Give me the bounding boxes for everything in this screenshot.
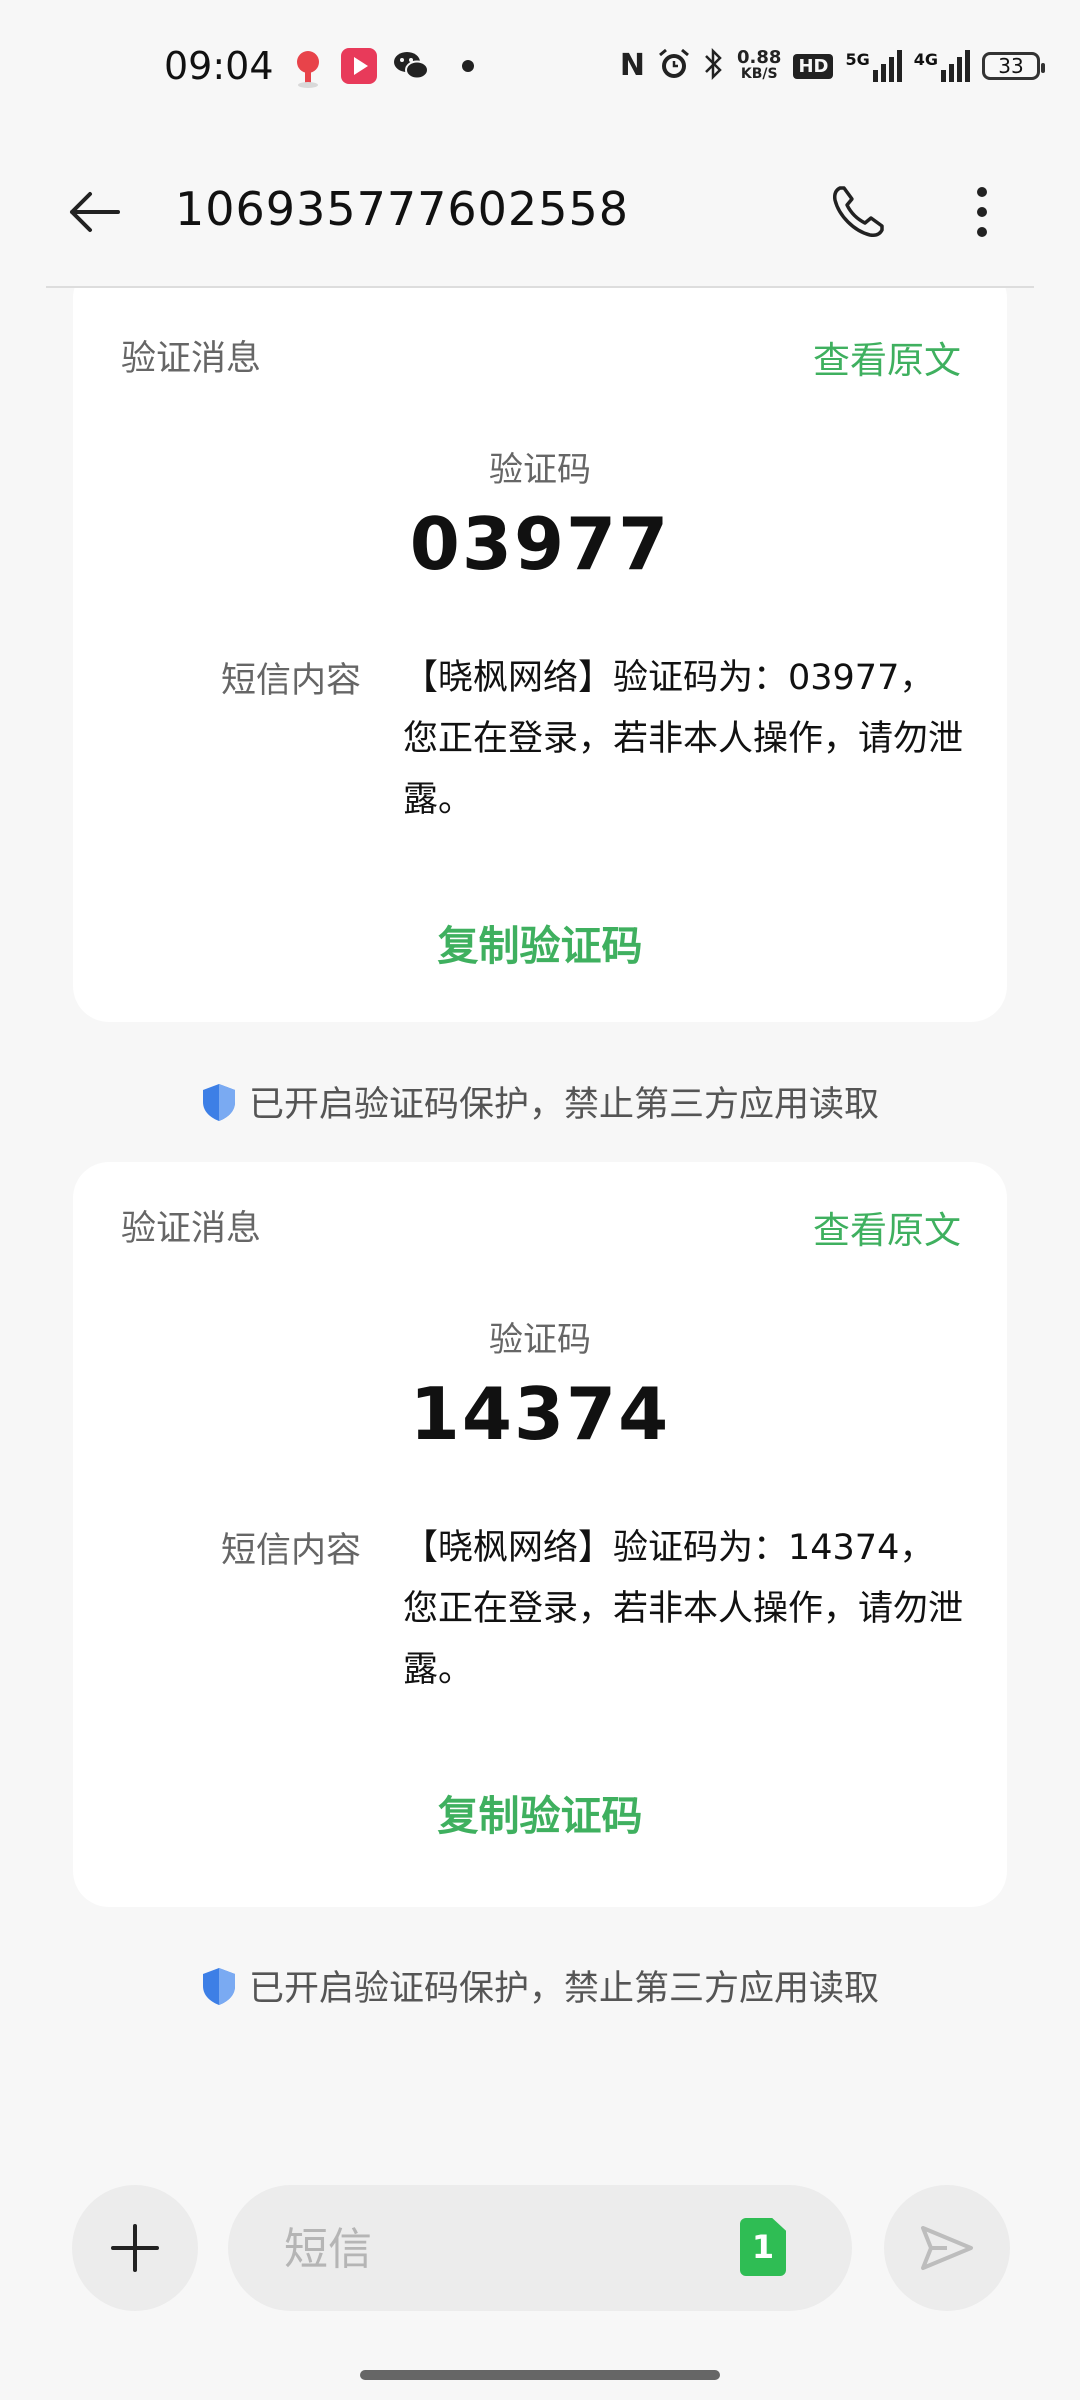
verification-code: 03977 (409, 502, 671, 586)
battery-icon: 33 (982, 52, 1045, 80)
signal-4g: 4G (914, 50, 970, 82)
card-label: 验证消息 (121, 1209, 262, 1249)
message-input-container[interactable]: 1 (228, 2185, 852, 2313)
back-arrow-icon[interactable] (62, 180, 126, 244)
protection-notice: 已开启验证码保护，禁止第三方应用读取 (0, 1960, 1080, 2011)
dot-icon (462, 60, 474, 72)
hd-badge: HD (793, 53, 834, 79)
video-app-icon (341, 48, 377, 84)
network-5g-label: 5G (845, 50, 870, 69)
code-label: 验证码 (489, 1320, 591, 1360)
header-divider (46, 286, 1034, 288)
card-label: 验证消息 (121, 339, 262, 379)
signal-5g: 5G (845, 50, 902, 82)
message-input[interactable] (282, 2185, 706, 2313)
network-4g-label: 4G (913, 50, 938, 69)
sim-card-icon[interactable]: 1 (740, 2218, 786, 2276)
status-time: 09:04 (164, 44, 274, 88)
copy-code-button[interactable]: 复制验证码 (73, 1782, 1007, 1842)
message-content: 【晓枫网络】验证码为：14374，您正在登录，若非本人操作，请勿泄露。 (403, 1528, 964, 1690)
more-vertical-icon[interactable] (960, 180, 1004, 244)
view-original-link[interactable]: 查看原文 (813, 1200, 961, 1254)
nfc-icon: N (619, 48, 646, 83)
page-title: 106935777602558 (175, 182, 629, 236)
battery-level: 33 (998, 54, 1024, 78)
send-icon (921, 2226, 973, 2270)
wechat-icon (392, 48, 429, 84)
verification-card: 验证消息 查看原文 验证码 03977 短信内容 【晓枫网络】验证码为：0397… (73, 262, 1007, 1022)
status-icons: N 0.88 KB/S HD 5G 4G 33 (619, 46, 1045, 86)
code-label: 验证码 (489, 450, 591, 490)
protection-text: 已开启验证码保护，禁止第三方应用读取 (248, 1085, 879, 1125)
net-speed-value: 0.88 (737, 47, 782, 68)
net-speed: 0.88 KB/S (737, 49, 781, 83)
bluetooth-icon (703, 47, 725, 85)
send-button[interactable] (884, 2185, 1010, 2311)
protection-notice: 已开启验证码保护，禁止第三方应用读取 (0, 1076, 1080, 1127)
shield-icon (202, 1083, 235, 1121)
home-indicator[interactable] (360, 2370, 720, 2380)
net-speed-unit: KB/S (740, 66, 778, 82)
location-app-icon (290, 48, 326, 88)
verification-card: 验证消息 查看原文 验证码 14374 短信内容 【晓枫网络】验证码为：1437… (73, 1162, 1007, 1907)
copy-code-button[interactable]: 复制验证码 (73, 912, 1007, 972)
add-attachment-button[interactable] (72, 2185, 198, 2311)
shield-icon (202, 1967, 235, 2005)
sim-number: 1 (751, 2228, 775, 2266)
status-bar: 09:04 N 0.88 KB/S HD 5G 4G 33 (0, 0, 1080, 130)
message-content: 【晓枫网络】验证码为：03977，您正在登录，若非本人操作，请勿泄露。 (403, 658, 964, 820)
alarm-icon (657, 47, 691, 85)
conversation-header-overlay: 106935777602558 (0, 130, 1080, 287)
phone-icon[interactable] (826, 180, 890, 244)
view-original-link[interactable]: 查看原文 (813, 330, 961, 384)
protection-text: 已开启验证码保护，禁止第三方应用读取 (248, 1969, 879, 2009)
content-label: 短信内容 (221, 1531, 362, 1571)
verification-code: 14374 (409, 1372, 671, 1456)
content-label: 短信内容 (221, 661, 362, 701)
plus-icon (111, 2224, 159, 2272)
